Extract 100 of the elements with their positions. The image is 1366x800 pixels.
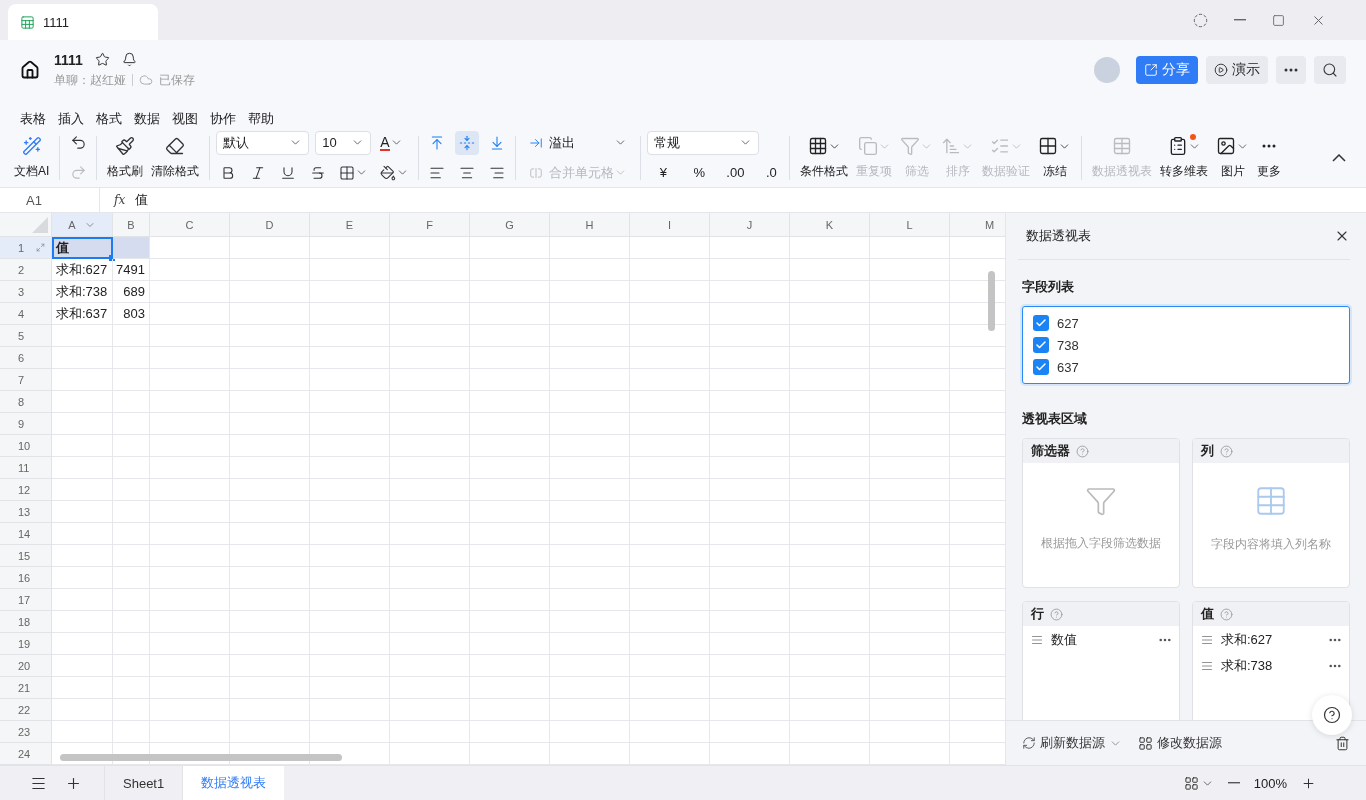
row-header[interactable]: 21 (0, 677, 52, 699)
format-painter-button[interactable]: 格式刷 (103, 133, 148, 182)
table-cell: 求和:637 (52, 303, 113, 325)
column-header[interactable]: A (52, 213, 113, 237)
checkbox[interactable] (1033, 359, 1049, 375)
table-cell (52, 523, 113, 545)
table-cell: 求和:627 (52, 259, 113, 281)
ai-button[interactable]: 文档AI (10, 133, 54, 182)
table-cell (52, 655, 113, 677)
toolbar-button[interactable]: 更多 (1253, 133, 1286, 182)
minimize-icon (1234, 19, 1246, 21)
scrollbar-thumb[interactable] (988, 271, 995, 331)
column-header[interactable]: D (230, 213, 310, 237)
row-header[interactable]: 8 (0, 391, 52, 413)
percent-button[interactable]: % (687, 160, 712, 185)
checkbox[interactable] (1033, 337, 1049, 353)
font-select[interactable]: 默认 (216, 130, 310, 155)
view-button[interactable] (1183, 775, 1214, 791)
row-header[interactable]: 3 (0, 281, 52, 303)
row-header[interactable]: 23 (0, 721, 52, 743)
cell-reference[interactable]: A1 (0, 187, 100, 213)
vertical-align-button[interactable] (455, 130, 480, 155)
column-header[interactable]: G (470, 213, 550, 237)
checkbox[interactable] (1033, 315, 1049, 331)
menu-item[interactable]: 格式 (96, 110, 122, 128)
field-chip[interactable]: 求和:627 (1193, 628, 1349, 652)
overflow-select[interactable]: 溢出 (522, 130, 635, 155)
font-color-button[interactable]: A (377, 130, 406, 155)
row-header[interactable]: 13 (0, 501, 52, 523)
row-header[interactable]: 18 (0, 611, 52, 633)
scrollbar-thumb[interactable] (60, 754, 342, 761)
row-header[interactable]: 17 (0, 589, 52, 611)
arrow-to-line-icon (529, 135, 544, 150)
row-header[interactable]: 12 (0, 479, 52, 501)
toolbar-button[interactable]: 转多维表 (1156, 133, 1213, 182)
row-header[interactable]: 6 (0, 347, 52, 369)
table-cell (52, 457, 113, 479)
table-cell: 值 (52, 237, 113, 259)
menu-item[interactable]: 插入 (58, 110, 84, 128)
present-button[interactable]: 演示 (1206, 56, 1268, 84)
menu-item[interactable]: 表格 (20, 110, 46, 128)
currency-button[interactable]: ¥ (651, 160, 676, 185)
formula-input[interactable]: 值 (135, 191, 149, 209)
column-header[interactable]: F (390, 213, 470, 237)
field-chip[interactable]: 数值 (1023, 628, 1179, 652)
sheet-tab[interactable]: 数据透视表 (182, 766, 285, 800)
home-button[interactable] (20, 60, 40, 80)
clear-format-button[interactable]: 清除格式 (147, 133, 204, 182)
column-header[interactable]: J (710, 213, 790, 237)
row-header[interactable]: 10 (0, 435, 52, 457)
row-header[interactable]: 2 (0, 259, 52, 281)
menu-item[interactable]: 帮助 (248, 110, 274, 128)
column-header[interactable]: I (630, 213, 710, 237)
decimal-button[interactable]: .0 (759, 160, 784, 185)
column-header[interactable]: E (310, 213, 390, 237)
toolbar-button[interactable]: 条件格式 (796, 133, 853, 182)
row-header[interactable]: 4 (0, 303, 52, 325)
number-format-select[interactable]: 常规 (647, 130, 760, 155)
column-header[interactable]: B (113, 213, 150, 237)
column-header[interactable]: C (150, 213, 230, 237)
row-header[interactable]: 22 (0, 699, 52, 721)
row-header[interactable]: 19 (0, 633, 52, 655)
row-header[interactable]: 5 (0, 325, 52, 347)
toolbar-button[interactable]: 图片 (1212, 133, 1254, 182)
row-header[interactable]: 16 (0, 567, 52, 589)
row-header[interactable]: 7 (0, 369, 52, 391)
row-header[interactable]: 14 (0, 523, 52, 545)
field-chip[interactable]: 求和:738 (1193, 654, 1349, 678)
column-header[interactable]: H (550, 213, 630, 237)
share-button[interactable]: 分享 (1136, 56, 1198, 84)
table-cell (113, 655, 150, 677)
row-header[interactable]: 1 (0, 237, 52, 259)
area-title: 筛选器 (1031, 442, 1070, 460)
more-icon (1284, 68, 1298, 72)
menu-item[interactable]: 数据 (134, 110, 160, 128)
modify-source-button[interactable]: 修改数据源 (1138, 734, 1222, 752)
table-cell (52, 633, 113, 655)
column-header[interactable]: L (870, 213, 950, 237)
merge-icon (529, 165, 544, 180)
row-header[interactable]: 9 (0, 413, 52, 435)
menu-item[interactable]: 协作 (210, 110, 236, 128)
font-size-select[interactable]: 10 (315, 130, 372, 155)
refresh-button[interactable]: 刷新数据源 (1022, 734, 1122, 752)
field-label: 738 (1057, 337, 1079, 353)
row-header[interactable]: 11 (0, 457, 52, 479)
area-hint: 根据拖入字段筛选数据 (1041, 534, 1161, 552)
delete-button[interactable] (1335, 735, 1350, 751)
browser-tab[interactable]: 1111 (8, 4, 158, 40)
column-header[interactable]: K (790, 213, 870, 237)
more-icon (1261, 144, 1278, 148)
row-header[interactable]: 24 (0, 743, 52, 765)
row-header[interactable]: 20 (0, 655, 52, 677)
menu-item[interactable]: 视图 (172, 110, 198, 128)
search-button[interactable] (1314, 56, 1346, 84)
decimal-button[interactable]: .00 (723, 160, 748, 185)
toolbar-button[interactable]: 冻结 (1034, 133, 1076, 182)
zoom-in-button[interactable] (1301, 775, 1316, 791)
collapse-button[interactable] (1332, 153, 1346, 162)
column-header[interactable]: M (950, 213, 1005, 237)
row-header[interactable]: 15 (0, 545, 52, 567)
